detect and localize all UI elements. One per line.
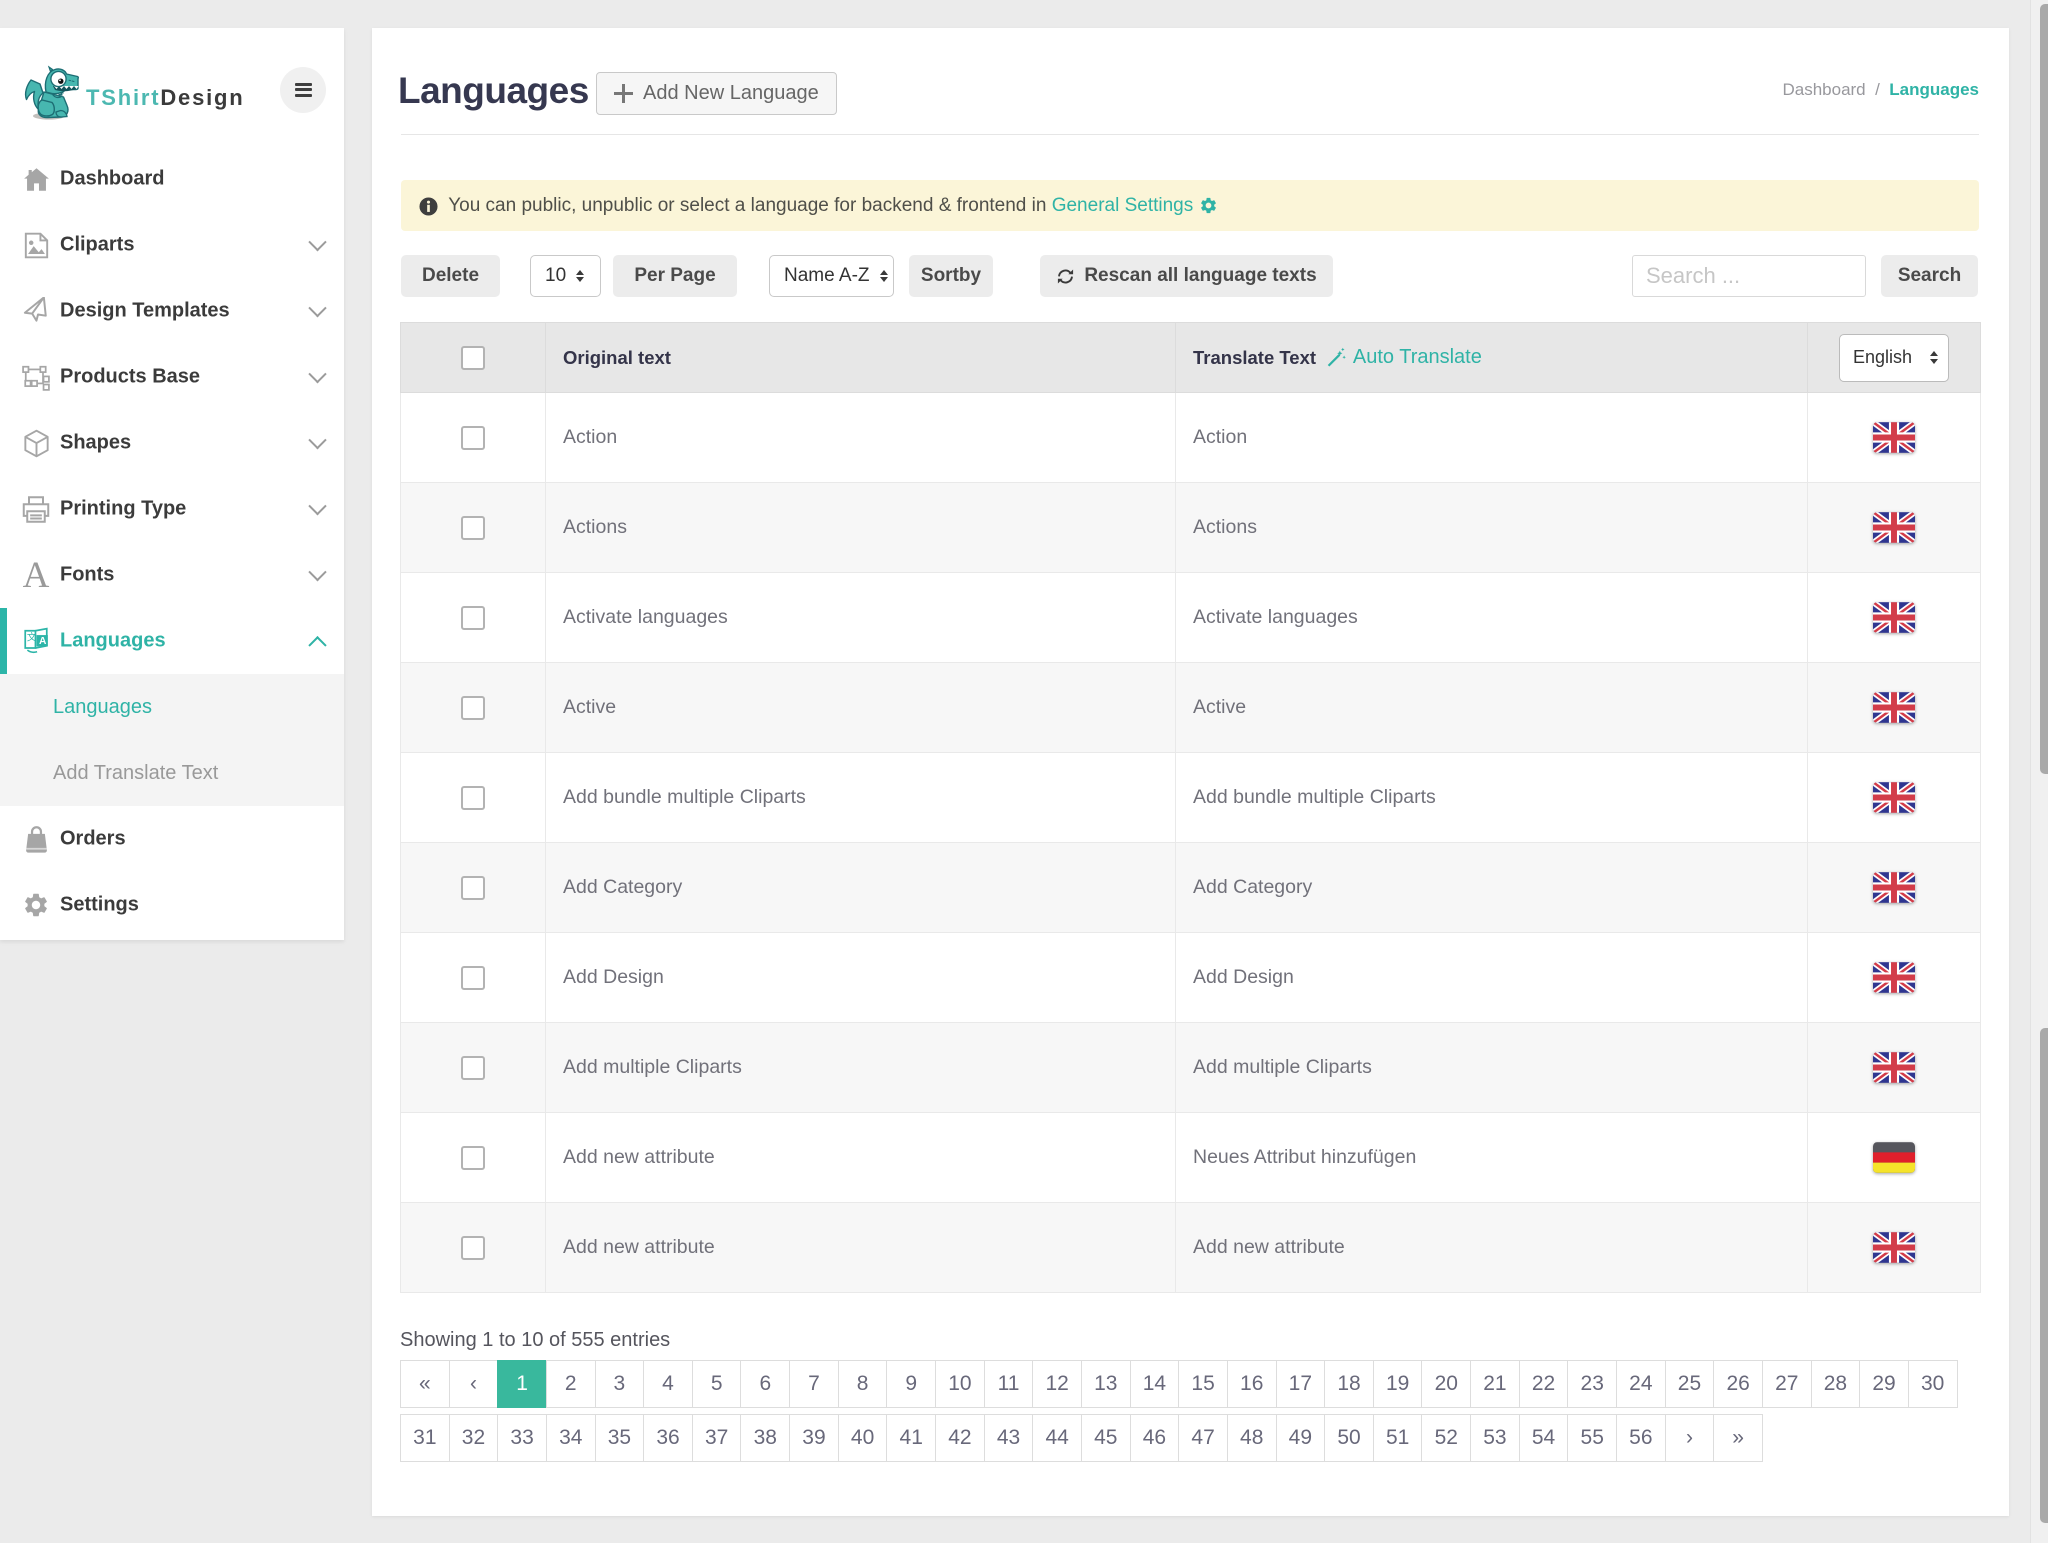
svg-text:文: 文 [27,630,37,643]
svg-text:A: A [39,636,47,647]
